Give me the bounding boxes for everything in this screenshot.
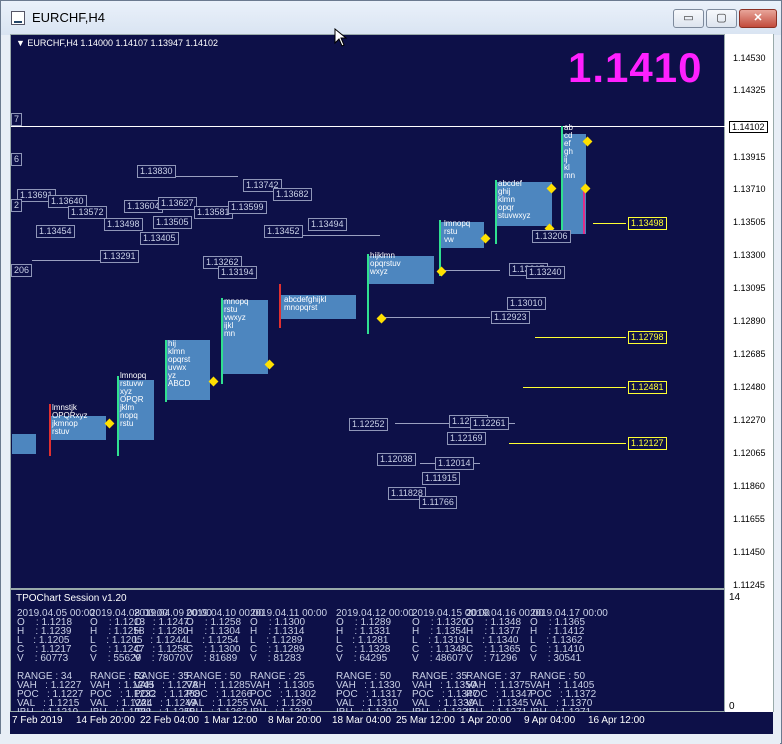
price-axis[interactable]: [725, 34, 774, 712]
price-axis-label: 1.14530: [733, 53, 766, 63]
time-axis-label: 14 Feb 20:00: [76, 715, 135, 726]
price-axis-label: 1.14325: [733, 85, 766, 95]
price-axis-label: 1.11655: [733, 514, 765, 524]
time-axis-label: 25 Mar 12:00: [396, 715, 455, 726]
price-level-box: 1.13505: [153, 216, 192, 229]
yellow-level-label: 1.12798: [628, 331, 667, 344]
minimize-button[interactable]: ▭: [673, 9, 704, 28]
price-level-box: 1.13604: [124, 200, 163, 213]
close-button[interactable]: ✕: [739, 9, 777, 28]
edge-price-label: 206: [11, 264, 33, 277]
session-range-bar: [165, 340, 167, 402]
price-level-box: 1.13194: [218, 266, 257, 279]
mouse-cursor-icon: [334, 28, 348, 47]
price-level-box: 1.13010: [507, 297, 546, 310]
yellow-level-line: [593, 223, 626, 224]
time-axis-label: 16 Apr 12:00: [588, 715, 645, 726]
price-level-box: 1.13206: [532, 230, 571, 243]
price-level-box: 1.13454: [36, 225, 75, 238]
price-level-box: 1.13291: [100, 250, 139, 263]
time-axis-label: 8 Mar 20:00: [268, 715, 322, 726]
indicator-scale-bottom: 0: [729, 701, 735, 712]
price-axis-label: 1.12890: [733, 316, 766, 326]
yellow-level-line: [535, 337, 626, 338]
price-level-box: 1.12923: [491, 311, 530, 324]
price-axis-label: 1.11450: [733, 547, 765, 557]
price-level-box: 1.13599: [228, 201, 267, 214]
level-line: [32, 260, 102, 261]
session-range-bar: [49, 404, 51, 456]
price-level-box: 1.11766: [419, 496, 457, 509]
symbol-info-line: ▼ EURCHF,H4 1.14000 1.14107 1.13947 1.14…: [16, 38, 219, 48]
edge-price-label: 6: [11, 153, 23, 166]
price-level-box: 1.12252: [349, 418, 388, 431]
price-axis-label: 1.13300: [733, 250, 766, 260]
session-range-bar: [279, 284, 281, 328]
time-axis-label: 1 Mar 12:00: [204, 715, 258, 726]
price-level-box: 1.13405: [140, 232, 179, 245]
yellow-level-label: 1.13498: [628, 217, 667, 230]
level-line: [380, 317, 490, 318]
price-axis-label: 1.12270: [733, 415, 766, 425]
price-level-box: 1.13581: [194, 206, 233, 219]
session-range-bar: [117, 376, 119, 456]
price-axis-label: 1.11245: [733, 580, 765, 590]
time-axis-label: 18 Mar 04:00: [332, 715, 391, 726]
price-axis-label: 1.13710: [733, 184, 766, 194]
time-axis-label: 1 Apr 20:00: [460, 715, 512, 726]
price-axis-label: 1.12065: [733, 448, 766, 458]
title-bar[interactable]: EURCHF,H4 ▭ ▢ ✕: [1, 1, 781, 35]
price-level-box: 1.13498: [104, 218, 143, 231]
price-level-box: 1.12169: [447, 432, 486, 445]
time-axis-label: 7 Feb 2019: [12, 715, 63, 726]
price-level-box: 1.13572: [68, 206, 107, 219]
session-range-bar: [221, 298, 223, 384]
price-level-box: 1.13627: [158, 197, 197, 210]
maximize-button[interactable]: ▢: [706, 9, 737, 28]
price-axis-label: 1.13095: [733, 283, 766, 293]
yellow-level-line: [509, 443, 626, 444]
symbol-info-text: EURCHF,H4 1.14000 1.14107 1.13947 1.1410…: [27, 38, 219, 48]
yellow-level-label: 1.12481: [628, 381, 667, 394]
price-level-box: 1.13240: [526, 266, 565, 279]
price-axis-label: 1.13915: [733, 152, 766, 162]
edge-price-label: 2: [11, 199, 23, 212]
price-axis-label: 1.12480: [733, 382, 766, 392]
time-axis-label: 22 Feb 04:00: [140, 715, 199, 726]
price-level-box: 1.13494: [308, 218, 347, 231]
price-axis-label: 1.11860: [733, 481, 765, 491]
price-level-box: 1.12261: [470, 417, 509, 430]
yellow-level-line: [523, 387, 626, 388]
session-stat-column: 2019.04.17 00:00 O : 1.1365 H : 1.1412 L…: [530, 608, 608, 727]
indicator-scale-top: 14: [729, 592, 741, 603]
level-line: [440, 270, 500, 271]
price-level-box: 1.11915: [422, 472, 460, 485]
price-level-box: 1.12014: [435, 457, 474, 470]
edge-price-label: 7: [11, 113, 23, 126]
indicator-title: TPOChart Session v1.20: [16, 593, 127, 604]
session-stat-column: 2019.04.12 00:00 O : 1.1289 H : 1.1331 L…: [336, 608, 414, 727]
session-stat-column: 2019.04.05 00:00 O : 1.1218 H : 1.1239 L…: [17, 608, 95, 727]
tpo-profile-block: [12, 434, 36, 454]
current-price-line: [11, 126, 725, 127]
price-level-box: 1.12038: [377, 453, 416, 466]
price-level-box: 1.13830: [137, 165, 176, 178]
session-range-bar: [495, 180, 497, 244]
price-axis-label: 1.13505: [733, 217, 766, 227]
current-price-label: 1.14102: [729, 121, 768, 133]
session-range-bar: [561, 126, 563, 236]
window-title: EURCHF,H4: [32, 10, 105, 25]
price-level-box: 1.13682: [273, 188, 312, 201]
price-level-box: 1.13452: [264, 225, 303, 238]
yellow-level-label: 1.12127: [628, 437, 667, 450]
session-range-bar: [367, 254, 369, 334]
window-bottom-border: [0, 734, 780, 744]
chart-window-icon: [11, 11, 25, 25]
price-axis-label: 1.12685: [733, 349, 766, 359]
time-axis-label: 9 Apr 04:00: [524, 715, 576, 726]
session-stat-column: 2019.04.11 00:00 O : 1.1300 H : 1.1314 L…: [250, 608, 328, 727]
big-price-display: 1.1410: [568, 44, 703, 91]
